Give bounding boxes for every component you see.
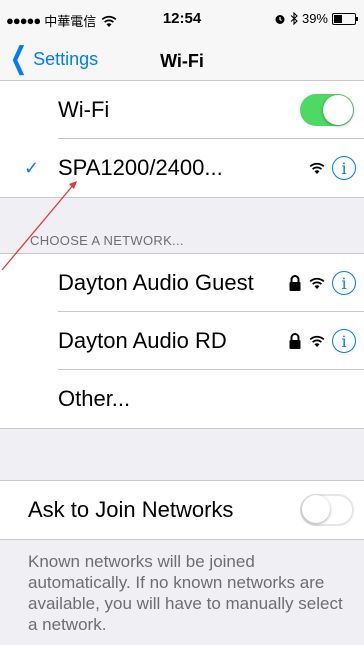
network-name: Other... xyxy=(58,386,131,411)
info-icon[interactable]: i xyxy=(332,329,356,353)
battery-icon xyxy=(332,12,358,25)
connected-network-row[interactable]: ✓ SPA1200/2400... i xyxy=(0,139,364,197)
checkmark-icon: ✓ xyxy=(24,157,40,178)
ask-to-join-group: Ask to Join Networks xyxy=(0,480,364,540)
info-icon[interactable]: i xyxy=(332,271,356,295)
network-list: Dayton Audio Guest i Dayton Audio RD i O… xyxy=(0,253,364,429)
page-title: Wi-Fi xyxy=(160,51,204,71)
row-icons: i xyxy=(288,329,356,353)
wifi-group: Wi-Fi ✓ SPA1200/2400... i xyxy=(0,80,364,198)
wifi-icon xyxy=(309,162,325,174)
footer-description: Known networks will be joined automatica… xyxy=(28,552,343,634)
bluetooth-icon xyxy=(290,12,298,25)
network-row-other[interactable]: Other... xyxy=(0,370,364,428)
toggle-knob xyxy=(302,495,330,523)
alarm-icon xyxy=(275,14,285,24)
info-icon[interactable]: i xyxy=(332,156,356,180)
toggle-knob xyxy=(323,95,353,125)
row-icons: i xyxy=(308,156,356,180)
network-name: Dayton Audio Guest xyxy=(58,270,254,295)
navigation-bar: ❮ Settings Wi-Fi xyxy=(0,40,364,83)
connected-network-name: SPA1200/2400... xyxy=(58,155,223,180)
battery-level xyxy=(334,14,342,23)
lock-icon xyxy=(289,275,301,291)
lock-icon xyxy=(289,333,301,349)
row-icons: i xyxy=(288,271,356,295)
ask-to-join-label: Ask to Join Networks xyxy=(28,497,234,522)
status-bar: ●●●●● 中華電信 12:54 39% xyxy=(0,0,364,40)
wifi-label: Wi-Fi xyxy=(58,97,110,122)
network-row[interactable]: Dayton Audio Guest i xyxy=(0,254,364,312)
wifi-icon xyxy=(309,277,325,289)
status-right: 39% xyxy=(274,11,358,26)
network-row[interactable]: Dayton Audio RD i xyxy=(0,312,364,370)
network-name: Dayton Audio RD xyxy=(58,328,227,353)
wifi-icon xyxy=(309,335,325,347)
wifi-toggle[interactable] xyxy=(300,94,354,126)
wifi-toggle-row: Wi-Fi xyxy=(0,81,364,139)
battery-percent: 39% xyxy=(301,11,328,26)
ask-to-join-row: Ask to Join Networks xyxy=(0,481,364,539)
section-header-choose-network: CHOOSE A NETWORK... xyxy=(30,233,184,248)
ask-to-join-toggle[interactable] xyxy=(300,494,354,526)
